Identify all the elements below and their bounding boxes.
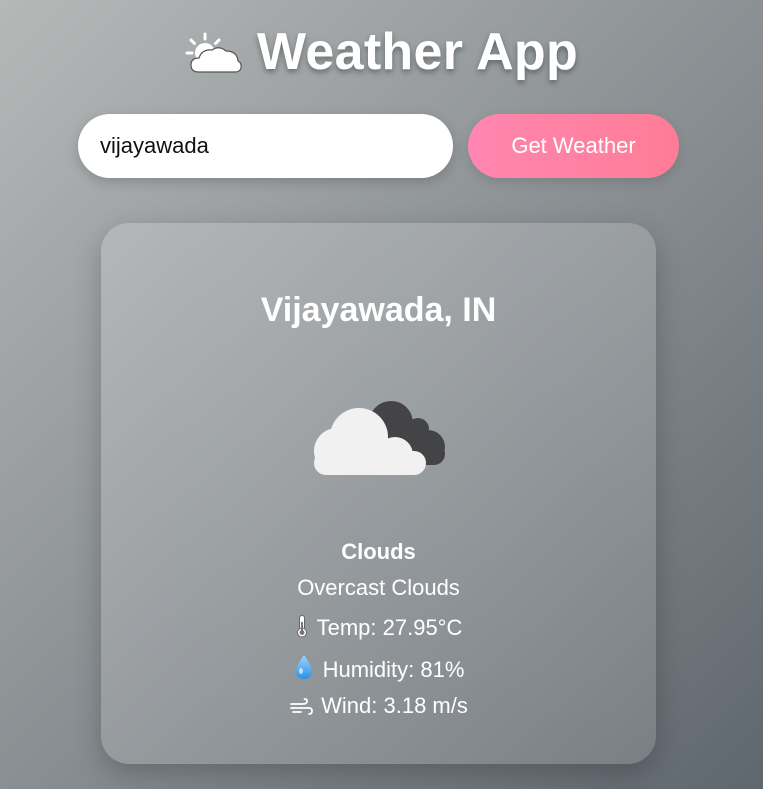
humidity-row: Humidity: 81% — [101, 654, 656, 686]
city-name: Vijayawada, IN — [260, 291, 497, 329]
humidity-value: Humidity: 81% — [322, 657, 465, 682]
sun-behind-cloud-icon — [185, 31, 243, 77]
wind-value: Wind: 3.18 m/s — [321, 693, 468, 718]
search-row: Get Weather — [78, 114, 679, 178]
droplet-icon — [293, 654, 315, 686]
temperature-value: Temp: 27.95°C — [316, 615, 463, 640]
weather-condition: Clouds — [341, 539, 416, 564]
thermometer-icon — [295, 614, 309, 644]
city-search-input[interactable] — [78, 114, 453, 178]
weather-description: Overcast Clouds — [297, 575, 460, 600]
weather-card: Vijayawada, IN Clouds Overcast Clouds Te… — [101, 223, 656, 764]
temperature-row: Temp: 27.95°C — [101, 614, 656, 644]
overcast-clouds-icon — [311, 389, 447, 483]
wind-row: Wind: 3.18 m/s — [101, 693, 656, 722]
wind-icon — [289, 696, 314, 722]
app-title: Weather App — [0, 22, 763, 82]
get-weather-button[interactable]: Get Weather — [468, 114, 679, 178]
app-title-text: Weather App — [256, 23, 579, 81]
